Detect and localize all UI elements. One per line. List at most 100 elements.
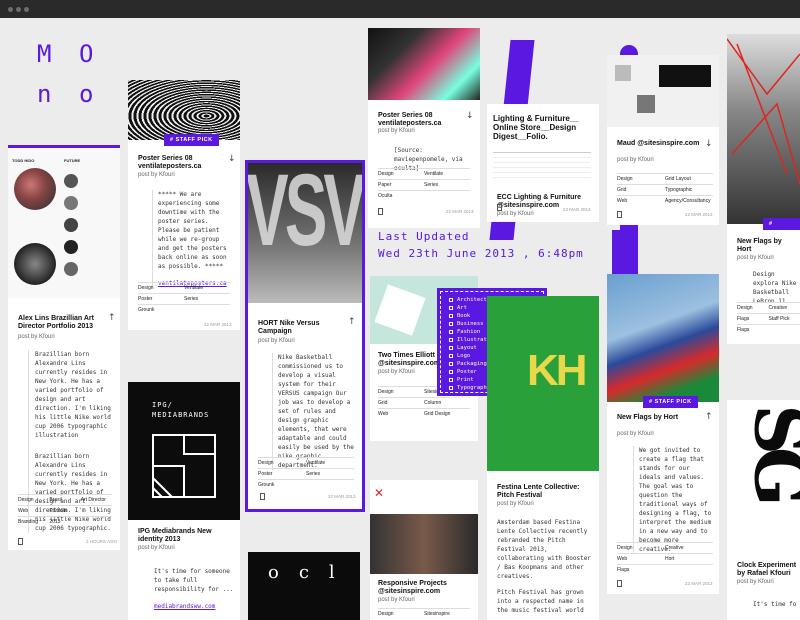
table-cell[interactable]: Ventilate (424, 171, 470, 177)
table-cell[interactable]: Brasil (49, 497, 80, 503)
card-title[interactable]: HORT Nike Versus Campaign (258, 320, 348, 336)
bookmark-icon[interactable] (617, 211, 622, 218)
arrow-down-icon[interactable]: ↓ (705, 139, 713, 149)
table-cell[interactable]: Design (18, 497, 49, 503)
table-cell[interactable]: Hort (665, 556, 713, 562)
table-cell[interactable]: Web (378, 411, 424, 417)
post-card-festina-lente[interactable]: KH Festina Lente Collective: Pitch Festi… (487, 296, 599, 620)
post-card-typographic[interactable]: ocl (248, 552, 360, 620)
table-cell[interactable]: Web (617, 556, 665, 562)
table-cell[interactable]: Poster (138, 296, 184, 302)
arrow-down-icon[interactable]: ↓ (228, 154, 236, 164)
card-body-paragraph: Brazillian born Alexandre Lins currently… (35, 351, 111, 439)
checkbox-icon (449, 322, 453, 326)
last-updated-label: Last Updated (378, 230, 470, 243)
checkbox-icon (449, 386, 453, 390)
bookmark-icon[interactable] (18, 538, 23, 545)
ipg-logo-mark (152, 434, 216, 498)
post-card-clock-experiment[interactable]: SG Clock Experiment by Rafael Kfouri pos… (727, 400, 800, 620)
table-cell[interactable]: Agency/Consultancy (665, 198, 713, 204)
card-title[interactable]: Maud @sitesinspire.com (617, 140, 701, 148)
card-title[interactable]: IPG Mediabrands New identity 2013 (138, 528, 228, 544)
window-zoom-dot[interactable] (24, 7, 29, 12)
bookmark-icon[interactable] (497, 204, 502, 211)
hash-icon: # (649, 399, 653, 405)
checkbox-icon (449, 354, 453, 358)
table-cell[interactable]: Staff Pick (769, 316, 800, 322)
table-cell[interactable]: Design (378, 611, 424, 617)
card-body: It's time for someone to take full respo… (154, 568, 234, 593)
card-title[interactable]: Poster Series 08 ventilateposters.ca (378, 112, 462, 128)
table-cell[interactable]: Grounk (258, 482, 354, 488)
table-cell[interactable]: Design (617, 176, 665, 182)
table-cell[interactable]: Web (617, 198, 665, 204)
post-card-new-flags[interactable]: # STAFF PICK New Flags by Hort ↑ post by… (607, 274, 719, 594)
card-title[interactable]: New Flags by Hort (617, 414, 701, 422)
arrow-down-icon[interactable]: ↑ (108, 313, 116, 323)
table-cell[interactable]: Grid (617, 187, 665, 193)
post-card-maud[interactable]: Maud @sitesinspire.com ↓ post by Kfouri … (607, 55, 719, 225)
table-cell[interactable]: Portfolio (49, 508, 80, 514)
window-close-dot[interactable] (8, 7, 13, 12)
table-cell[interactable]: Creative (769, 305, 800, 311)
card-title[interactable]: Clock Experiment by Rafael Kfouri (737, 562, 799, 578)
arrow-down-icon[interactable]: ↓ (466, 111, 474, 121)
table-cell[interactable]: Branding (18, 519, 49, 525)
card-title[interactable]: Responsive Projects @sitesinspire.com (378, 580, 468, 596)
table-cell[interactable]: Ventilate (184, 285, 230, 291)
staff-pick-badge[interactable]: # STAFF PICK (643, 396, 698, 408)
table-cell[interactable]: Creative (665, 545, 713, 551)
post-card-poster-series[interactable]: # STAFF PICK Poster Series 08 ventilatep… (128, 80, 240, 330)
bookmark-icon[interactable] (617, 580, 622, 587)
table-cell[interactable]: Flags (737, 316, 769, 322)
site-logo[interactable]: M O n o (35, 40, 105, 110)
window-titlebar (0, 0, 800, 18)
window-minimize-dot[interactable] (16, 7, 21, 12)
post-card-poster-series-2[interactable]: Poster Series 08 ventilateposters.ca ↓ p… (368, 28, 480, 228)
table-cell[interactable]: Design (617, 545, 665, 551)
post-card-nike-lebron[interactable]: # STAFF PICK New Flags by Hort post by K… (727, 34, 800, 344)
close-x-icon[interactable]: ✕ (374, 486, 384, 500)
table-cell[interactable]: Series (306, 471, 354, 477)
table-cell[interactable]: Design (378, 389, 424, 395)
bookmark-icon[interactable] (260, 493, 265, 500)
card-title[interactable]: Poster Series 08 ventilateposters.ca (138, 155, 222, 171)
table-cell[interactable]: Sitesinspire (424, 611, 470, 617)
card-title[interactable]: Alex Lins Brazillian Art Director Portfo… (18, 315, 102, 331)
table-cell[interactable]: Grid (378, 400, 424, 406)
post-card-ecc-lighting[interactable]: Lighting & Furniture__ Online Store__Des… (487, 104, 599, 222)
table-cell[interactable]: Flags (617, 567, 713, 573)
table-cell[interactable]: Grid Layout (665, 176, 713, 182)
bookmark-icon[interactable] (378, 208, 383, 215)
card-title[interactable]: New Flags by Hort (737, 238, 797, 254)
card-link[interactable]: mediabrandsww.com (154, 602, 215, 611)
table-cell[interactable]: Art Director (81, 497, 112, 503)
card-title[interactable]: Festina Lente Collective: Pitch Festival (497, 484, 589, 500)
post-card-responsive-projects[interactable]: ✕ Responsive Projects @sitesinspire.com … (370, 480, 478, 620)
post-author: post by Kfouri (497, 211, 534, 217)
table-cell[interactable]: Web (18, 508, 49, 514)
table-cell[interactable]: Oculta (378, 193, 470, 199)
table-cell[interactable]: Design (138, 285, 184, 291)
arrow-up-icon[interactable]: ↑ (348, 317, 356, 327)
table-cell[interactable]: Flags (737, 327, 800, 333)
table-cell[interactable]: Grid Design (424, 411, 470, 417)
post-card-alex-lins[interactable]: TODD HIDO FUTURE Alex Lins Brazillian Ar… (8, 145, 120, 550)
table-cell[interactable]: Paper (378, 182, 424, 188)
table-cell[interactable]: Grounk (138, 307, 230, 313)
table-cell[interactable]: Design (737, 305, 769, 311)
table-cell[interactable]: Design (378, 171, 424, 177)
table-cell[interactable]: Series (184, 296, 230, 302)
table-cell[interactable]: Typographic (665, 187, 713, 193)
last-updated-value: Wed 23th June 2013 , 6:48pm (378, 247, 584, 260)
arrow-up-icon[interactable]: ↑ (705, 412, 713, 422)
table-cell[interactable]: Ventilate (306, 460, 354, 466)
post-card-nike-versus[interactable]: VSVS HORT Nike Versus Campaign ↑ post by… (245, 160, 365, 512)
staff-pick-badge[interactable]: # STAFF PICK (164, 134, 219, 146)
post-card-ipg-mediabrands[interactable]: IPG/ MEDIABRANDS IPG Mediabrands New ide… (128, 382, 240, 620)
table-cell[interactable]: Poster (258, 471, 306, 477)
table-cell[interactable]: Design (258, 460, 306, 466)
table-cell[interactable]: 2013 (49, 519, 80, 525)
table-cell[interactable]: Series (424, 182, 470, 188)
staff-pick-badge[interactable]: # STAFF PICK (763, 218, 800, 251)
